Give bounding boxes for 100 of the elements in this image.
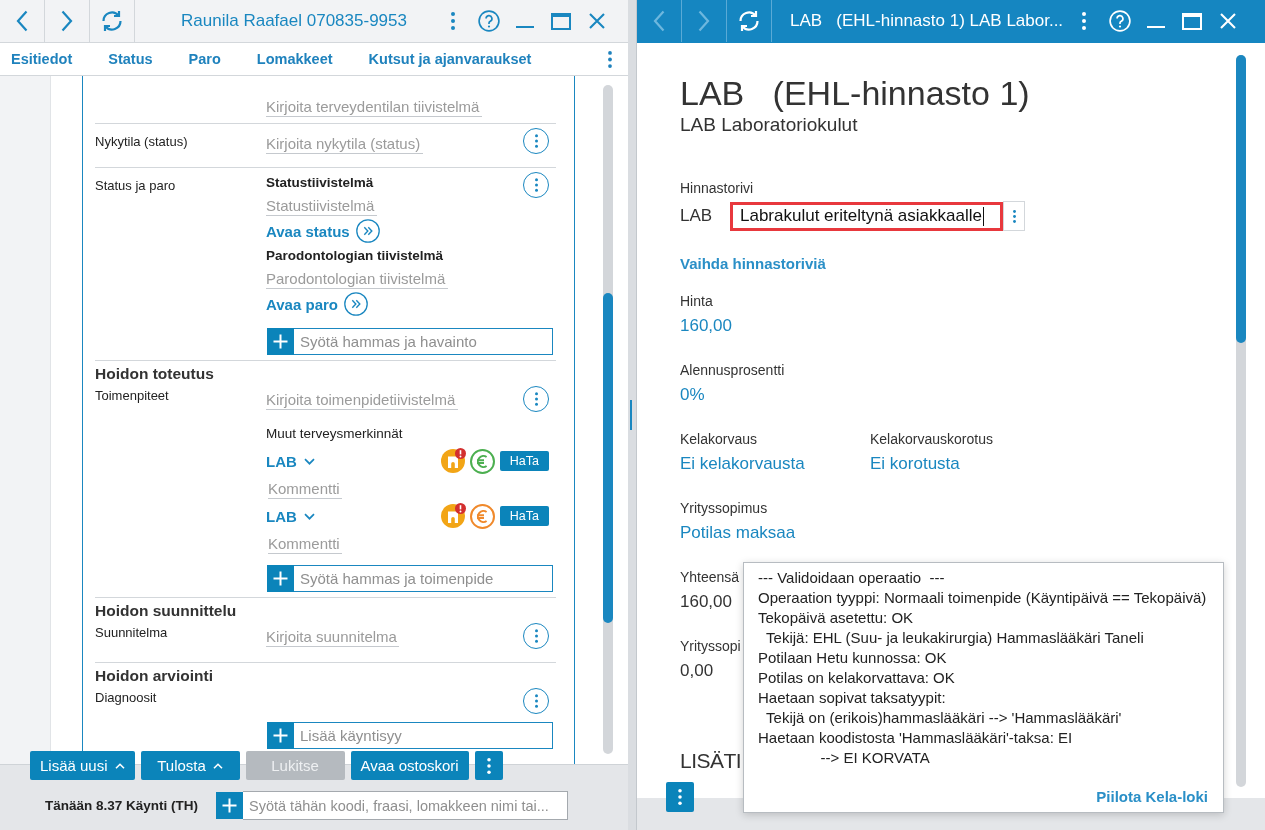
- refresh-icon: [737, 9, 761, 33]
- field-label: Hinnastorivi: [680, 179, 754, 198]
- field-label: Suunnitelma: [95, 624, 168, 642]
- text-field[interactable]: Parodontologian tiivistelmä: [266, 268, 448, 289]
- kebab-icon: [678, 789, 682, 805]
- section-heading: Hoidon suunnittelu: [95, 601, 237, 621]
- subheading: Parodontologian tiivistelmä: [266, 247, 444, 265]
- chevron-up-icon: [114, 762, 125, 769]
- text-field[interactable]: Kirjoita terveydentilan tiivistelmä: [266, 96, 482, 117]
- field-label: Status ja paro: [95, 177, 176, 195]
- section-tab[interactable]: Paro: [188, 49, 221, 69]
- refresh-icon: [100, 9, 124, 33]
- section-tab[interactable]: Esitiedot: [11, 49, 73, 69]
- section-tab[interactable]: Kutsut ja ajanvaraukset: [368, 49, 532, 69]
- log-line: Tekijä: EHL (Suu- ja leukakirurgia) Hammaslääkäri Taneli: [765, 628, 1144, 648]
- field-label: Kelakorvauskorotus: [870, 430, 993, 449]
- minimize-icon: [516, 26, 534, 28]
- text-field[interactable]: Kirjoita suunnitelma: [266, 626, 399, 647]
- comment-field[interactable]: Kommentti: [268, 478, 342, 499]
- kebab-icon: [451, 12, 455, 30]
- field-label: Toimenpiteet: [95, 387, 169, 405]
- plus-icon: [267, 722, 294, 749]
- log-line: Tekijä on (erikois)hammaslääkäri --> 'Hammaslääkäri': [765, 708, 1122, 728]
- more-button[interactable]: [1003, 201, 1025, 231]
- scrollbar-track[interactable]: [603, 85, 613, 754]
- kebab-icon: [1082, 12, 1086, 30]
- page-subheading: LAB Laboratoriokulut: [680, 114, 858, 136]
- scrollbar-thumb[interactable]: [603, 293, 613, 623]
- help-icon: [478, 10, 500, 32]
- log-line: Haetaan sopivat taksatyypit:: [758, 688, 946, 708]
- log-line: Operaation tyyppi: Normaali toimenpide (Käyntipäivä == Tekopäivä): [758, 588, 1207, 608]
- section-tab[interactable]: Lomakkeet: [256, 49, 333, 69]
- entry-field[interactable]: Lisää käyntisyy: [294, 722, 553, 749]
- change-link[interactable]: Vaihda hinnastoriviä: [680, 254, 826, 274]
- price-row-field[interactable]: Labrakulut eriteltynä asiakkaalle: [730, 201, 1003, 231]
- text-field[interactable]: Kirjoita toimenpidetiivistelmä: [266, 389, 458, 410]
- scrollbar-track[interactable]: [1236, 55, 1246, 787]
- more-button[interactable]: [474, 751, 503, 780]
- open-link[interactable]: Avaa status: [266, 218, 380, 244]
- comment-field[interactable]: Kommentti: [268, 533, 342, 554]
- log-line: Potilas on kelakorvattava: OK: [758, 668, 955, 688]
- plus-icon: [267, 565, 294, 592]
- chevron-down-icon: [303, 457, 315, 465]
- double-chevron-icon: [344, 292, 368, 316]
- value-link[interactable]: 160,00: [680, 314, 732, 338]
- code-dropdown[interactable]: LAB: [266, 507, 315, 525]
- field-label: Diagnoosit: [95, 689, 157, 707]
- entry-field[interactable]: Syötä hammas ja toimenpide: [294, 565, 553, 592]
- log-line: Haetaan koodistosta 'Hammaslääkäri'-taksa: EI: [758, 728, 1073, 748]
- log-line: --- Validoidaan operaatio ---: [758, 568, 945, 588]
- field-label: Alennusprosentti: [680, 361, 785, 380]
- field-label: Yhteensä: [680, 568, 740, 587]
- kebab-icon: [1012, 209, 1016, 223]
- chevron-down-icon: [303, 512, 315, 520]
- field-label: Nykytila (status): [95, 133, 188, 151]
- code-label: LAB: [680, 206, 714, 226]
- double-chevron-icon: [355, 219, 380, 243]
- action-button[interactable]: Lisää uusi: [30, 751, 135, 780]
- kebab-icon: [534, 178, 538, 192]
- field-label: Kelakorvaus: [680, 430, 758, 449]
- action-button[interactable]: Avaa ostoskori: [350, 751, 469, 780]
- action-button[interactable]: Tulosta: [140, 751, 240, 780]
- quick-entry-field[interactable]: Syötä tähän koodi, fraasi, lomakkeen nimi tai...: [243, 791, 568, 820]
- log-line: --> EI KORVATA: [819, 748, 930, 768]
- maximize-icon: [551, 12, 571, 30]
- visit-info: Tänään 8.37 Käynti (TH): [45, 798, 199, 813]
- field-value: 0,00: [680, 660, 714, 682]
- tag-button[interactable]: HaTa: [499, 451, 549, 471]
- log-line: Tekopäivä asetettu: OK: [758, 608, 914, 628]
- text-field[interactable]: Statustiivistelmä: [266, 195, 377, 216]
- chevron-left-icon: [16, 10, 28, 32]
- value-link[interactable]: 0%: [680, 383, 705, 407]
- section-heading: LISÄTI: [680, 748, 742, 774]
- value-link[interactable]: Ei kelakorvausta: [680, 452, 805, 476]
- value-link[interactable]: Potilas maksaa: [680, 521, 796, 545]
- plus-icon: [216, 792, 243, 819]
- section-tab[interactable]: Status: [108, 49, 153, 69]
- chevron-up-icon: [212, 762, 223, 769]
- kebab-icon: [534, 134, 538, 148]
- hide-log-link[interactable]: Piilota Kela-loki: [1096, 787, 1208, 807]
- value-link[interactable]: Ei korotusta: [870, 452, 960, 476]
- log-line: Potilaan Hetu kunnossa: OK: [758, 648, 947, 668]
- open-link[interactable]: Avaa paro: [266, 291, 368, 317]
- tag-button[interactable]: HaTa: [499, 506, 549, 526]
- kebab-icon: [534, 392, 538, 406]
- field-value: 160,00: [680, 591, 732, 613]
- chevron-right-icon: [698, 10, 710, 32]
- chevron-left-icon: [653, 10, 665, 32]
- help-icon: [1109, 10, 1131, 32]
- scrollbar-thumb[interactable]: [1236, 55, 1246, 343]
- splitter-handle[interactable]: [630, 400, 632, 430]
- field-label: Yrityssopimus: [680, 499, 768, 518]
- field-label: Hinta: [680, 292, 713, 311]
- entry-field[interactable]: Syötä hammas ja havainto: [294, 328, 553, 355]
- kebab-icon: [534, 694, 538, 708]
- text-field[interactable]: Kirjoita nykytila (status): [266, 133, 423, 154]
- chevron-right-icon: [61, 10, 73, 32]
- code-dropdown[interactable]: LAB: [266, 452, 315, 470]
- kebab-icon: [608, 50, 612, 68]
- more-button[interactable]: [666, 782, 694, 812]
